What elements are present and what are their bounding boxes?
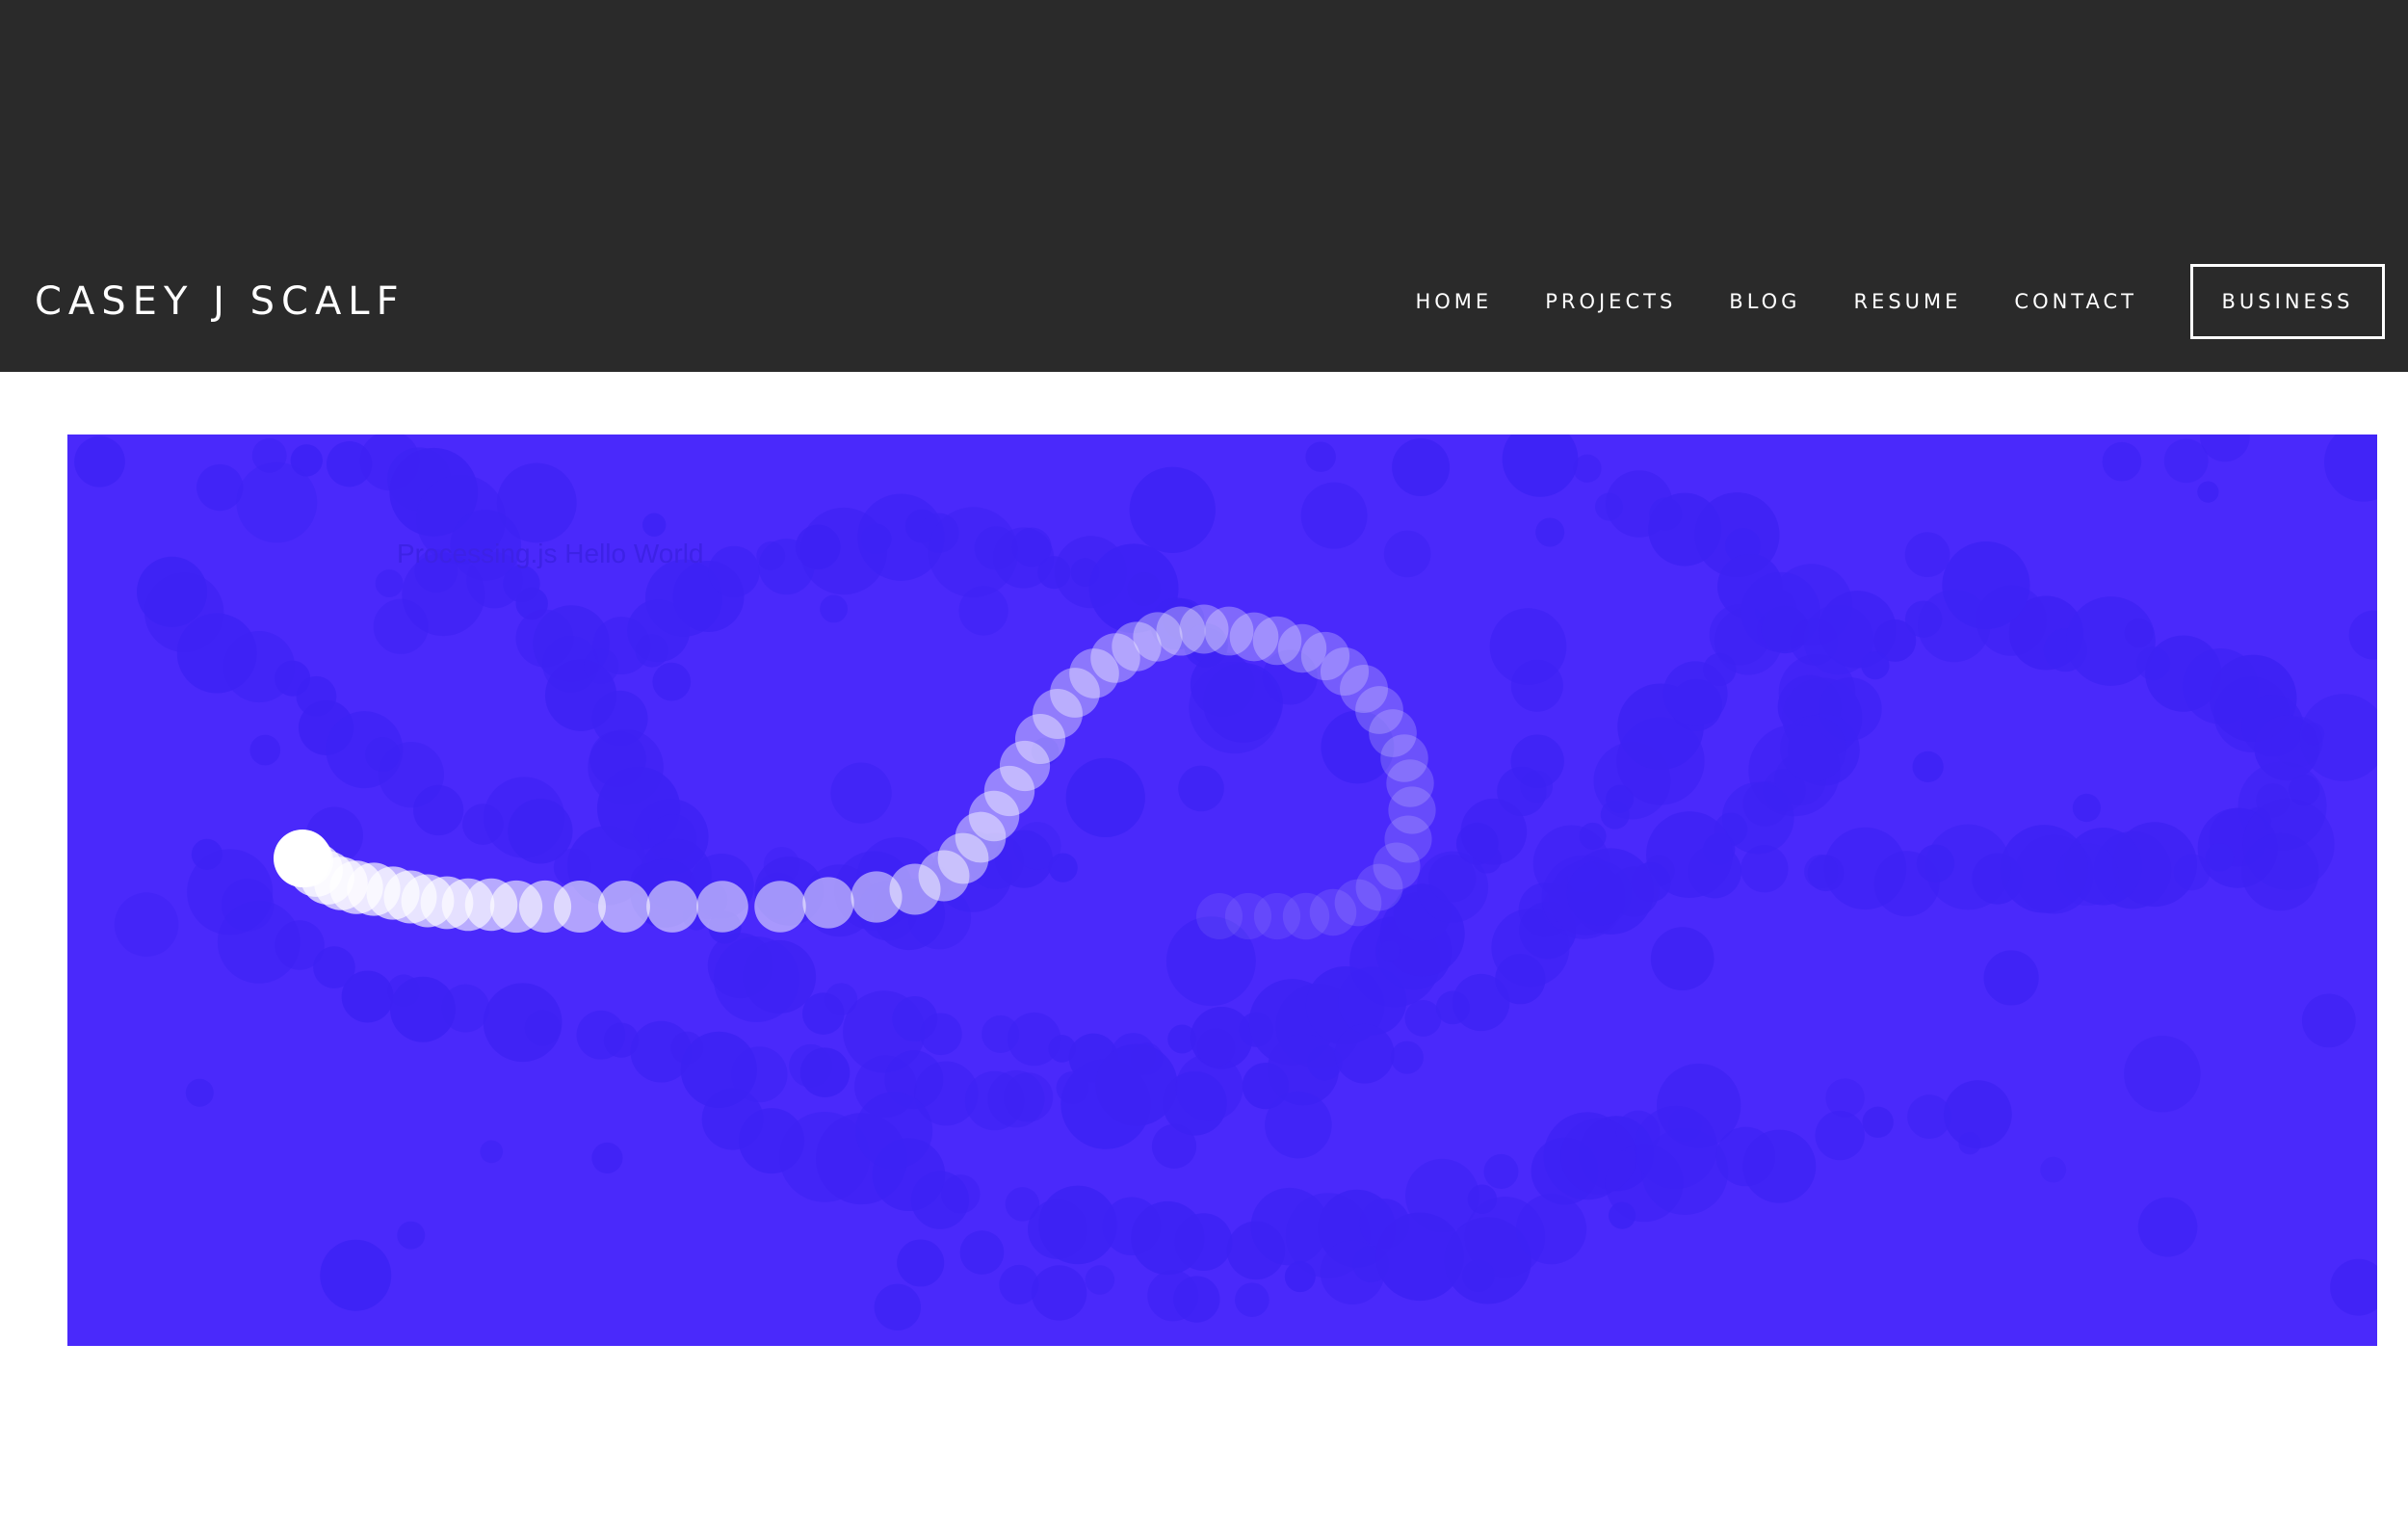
- nav-home-link[interactable]: HOME: [1415, 290, 1492, 313]
- site-header: CASEY J SCALF HOME PROJECTS BLOG RESUME …: [0, 0, 2408, 372]
- main-nav: HOME PROJECTS BLOG RESUME CONTACT BUSINE…: [1362, 264, 2385, 339]
- business-button[interactable]: BUSINESS: [2190, 264, 2385, 339]
- site-title[interactable]: CASEY J SCALF: [35, 276, 406, 328]
- nav-resume-link[interactable]: RESUME: [1853, 290, 1961, 313]
- nav-contact-link[interactable]: CONTACT: [2014, 290, 2137, 313]
- sketch-caption: Processing.js Hello World: [397, 539, 704, 568]
- nav-blog-link[interactable]: BLOG: [1729, 290, 1800, 313]
- processing-sketch-canvas[interactable]: Processing.js Hello World: [67, 435, 2377, 1346]
- sketch-drawing: [74, 435, 2377, 1331]
- nav-projects-link[interactable]: PROJECTS: [1545, 290, 1676, 313]
